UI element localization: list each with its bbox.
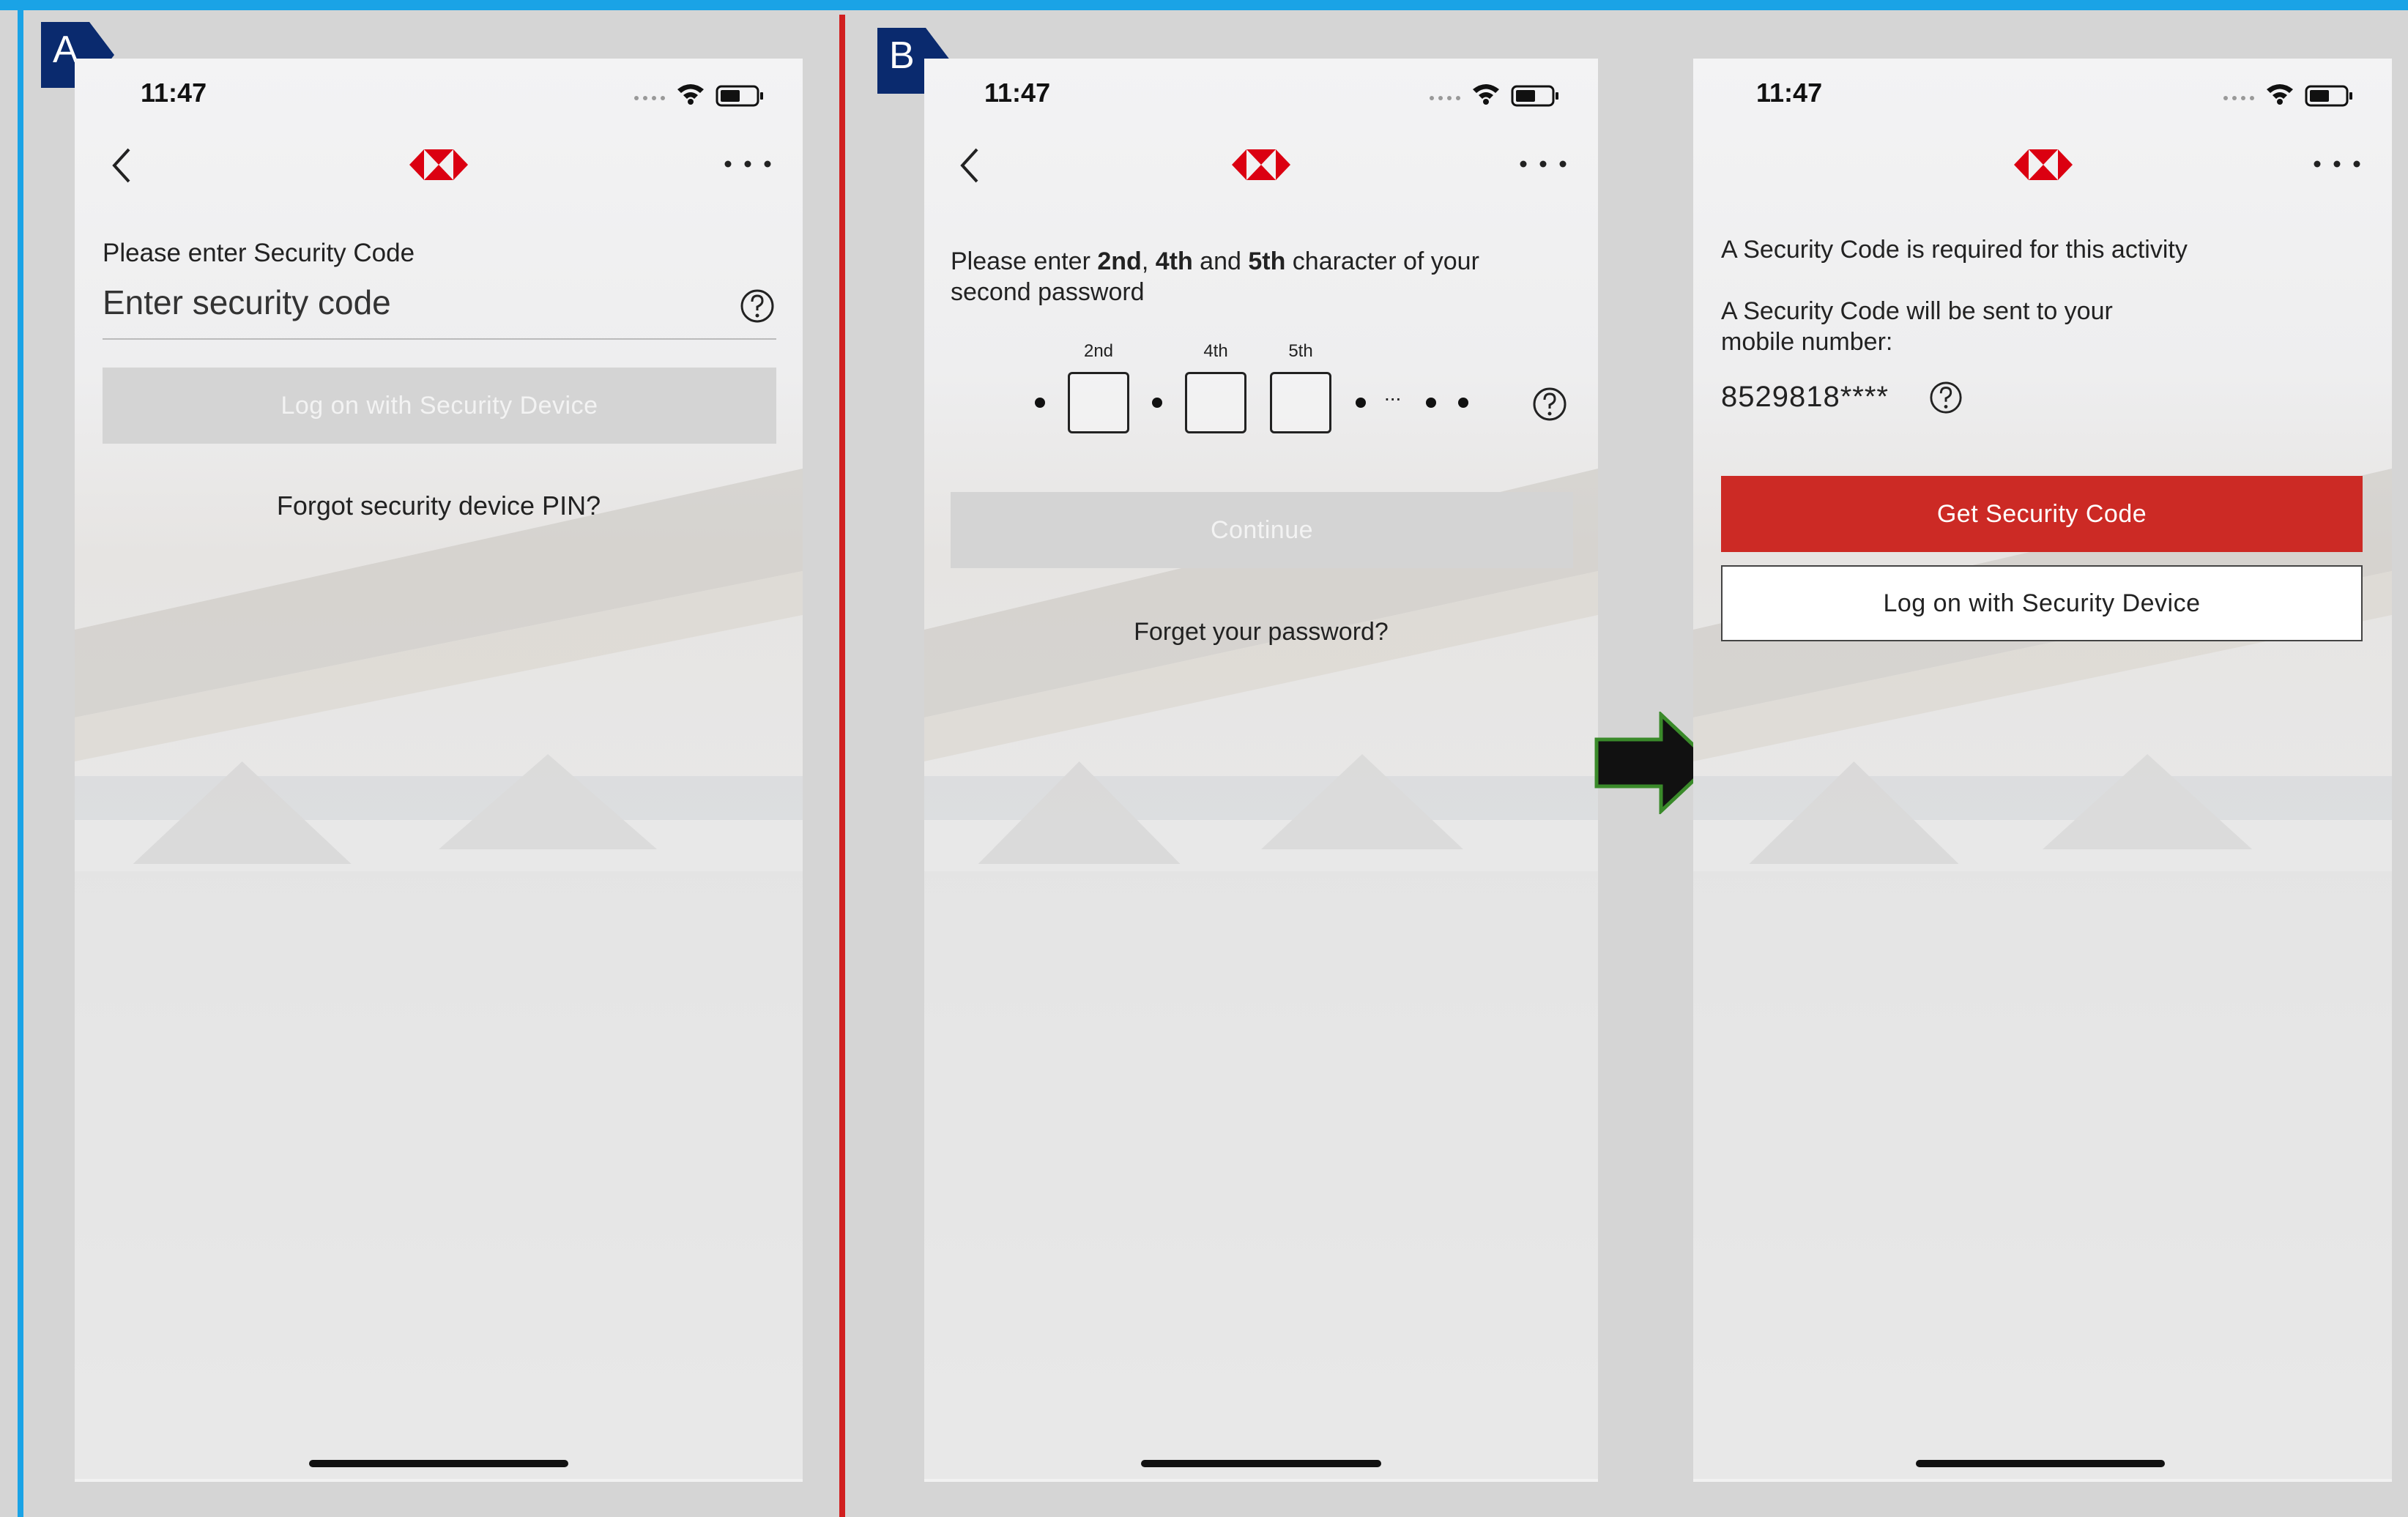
char-input-2nd[interactable] — [1068, 372, 1129, 433]
char-input-4th[interactable] — [1185, 372, 1246, 433]
more-options-icon[interactable] — [722, 149, 773, 179]
nav-bar — [1693, 132, 2392, 198]
masked-char-dot — [1152, 398, 1162, 408]
badge-b-label: B — [889, 34, 915, 77]
position-label-5th: 5th — [1288, 341, 1313, 361]
hsbc-logo-icon — [1232, 149, 1290, 180]
more-options-icon[interactable] — [1517, 149, 1569, 179]
logon-security-device-button[interactable]: Log on with Security Device — [103, 368, 776, 444]
status-time: 11:47 — [141, 78, 207, 108]
forgot-pin-link[interactable]: Forgot security device PIN? — [75, 491, 803, 521]
status-time: 11:47 — [1756, 78, 1823, 108]
continue-button[interactable]: Continue — [951, 492, 1573, 568]
help-icon[interactable] — [740, 288, 775, 324]
sent-text-line1: A Security Code will be sent to your — [1721, 297, 2113, 325]
masked-mobile-number: 8529818**** — [1721, 381, 1889, 413]
password-instruction: Please enter 2nd, 4th and 5th character … — [951, 246, 1479, 308]
background-scene — [1693, 469, 2392, 1479]
nav-bar — [924, 132, 1598, 198]
status-bar: 11:47 — [75, 59, 803, 132]
back-arrow-icon[interactable] — [104, 144, 141, 187]
home-indicator — [309, 1460, 568, 1467]
ellipsis-text: ... — [1384, 382, 1402, 405]
instruction-text-line2: second password — [951, 278, 1145, 306]
hsbc-logo-icon — [409, 149, 468, 180]
phone-screen-b: 11:47 Please enter 2nd, 4th and 5th char… — [924, 59, 1598, 1482]
security-code-required-text: A Security Code is required for this act… — [1721, 236, 2188, 264]
home-indicator — [1916, 1460, 2165, 1467]
forgot-password-link[interactable]: Forget your password? — [924, 618, 1598, 646]
back-arrow-icon[interactable] — [952, 144, 989, 187]
nav-bar — [75, 132, 803, 198]
frame-left-border — [18, 0, 23, 1517]
logon-security-device-button[interactable]: Log on with Security Device — [1721, 565, 2363, 641]
background-scene — [75, 469, 803, 1479]
status-bar: 11:47 — [1693, 59, 2392, 132]
sent-text-line2: mobile number: — [1721, 328, 1893, 356]
status-icons — [2218, 81, 2357, 110]
masked-char-dot — [1035, 398, 1045, 408]
help-icon[interactable] — [1929, 381, 1963, 414]
password-character-row: ... — [924, 372, 1598, 438]
masked-char-dot — [1426, 398, 1436, 408]
frame-top-border — [0, 0, 2408, 10]
input-underline — [103, 338, 776, 340]
home-indicator — [1141, 1460, 1381, 1467]
instruction-text: , — [1141, 247, 1156, 275]
hsbc-logo-icon — [2014, 149, 2073, 180]
status-time: 11:47 — [984, 78, 1051, 108]
security-code-sent-text: A Security Code will be sent to your mob… — [1721, 296, 2113, 357]
masked-char-dot — [1356, 398, 1366, 408]
position-label-2nd: 2nd — [1083, 341, 1114, 361]
more-options-icon[interactable] — [2311, 149, 2363, 179]
instruction-char-2nd: 2nd — [1097, 247, 1142, 275]
instruction-char-5th: 5th — [1248, 247, 1286, 275]
status-bar: 11:47 — [924, 59, 1598, 132]
position-label-4th: 4th — [1203, 341, 1228, 361]
char-input-5th[interactable] — [1270, 372, 1331, 433]
masked-char-dot — [1458, 398, 1468, 408]
security-code-label: Please enter Security Code — [103, 239, 415, 267]
section-divider — [839, 15, 845, 1517]
get-security-code-button[interactable]: Get Security Code — [1721, 476, 2363, 552]
security-code-input[interactable]: Enter security code — [103, 283, 391, 322]
status-icons — [1424, 81, 1563, 110]
phone-screen-a: 11:47 Please enter Security Code Enter s… — [75, 59, 803, 1482]
instruction-text: character of your — [1285, 247, 1479, 275]
status-icons — [628, 81, 768, 110]
help-icon[interactable] — [1532, 387, 1567, 422]
instruction-text: and — [1192, 247, 1249, 275]
instruction-text: Please enter — [951, 247, 1098, 275]
instruction-char-4th: 4th — [1155, 247, 1193, 275]
phone-screen-c: 11:47 A Security Code is required for th… — [1693, 59, 2392, 1482]
